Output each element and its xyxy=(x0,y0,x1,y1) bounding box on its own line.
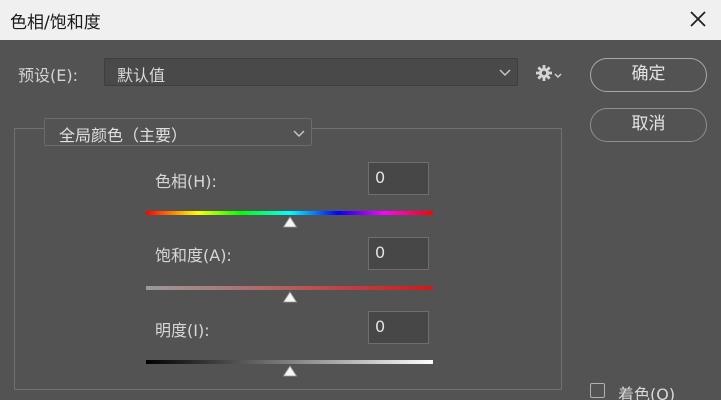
saturation-input[interactable]: 0 xyxy=(368,237,429,270)
hue-value: 0 xyxy=(375,168,386,187)
colorize-label: 着色(O) xyxy=(618,385,676,400)
title-bar: 色相/饱和度 xyxy=(0,0,721,40)
preset-value: 默认值 xyxy=(117,66,166,85)
saturation-slider-track[interactable] xyxy=(146,286,433,290)
hue-slider-thumb[interactable] xyxy=(282,216,298,228)
gear-icon[interactable] xyxy=(535,64,565,82)
lightness-slider-thumb[interactable] xyxy=(282,365,298,377)
lightness-value: 0 xyxy=(375,317,386,336)
saturation-slider-thumb[interactable] xyxy=(282,291,298,303)
saturation-label: 饱和度(A): xyxy=(155,246,232,265)
preset-label: 预设(E): xyxy=(18,66,78,85)
ok-button[interactable]: 确定 xyxy=(590,58,707,92)
hue-slider-track[interactable] xyxy=(146,211,433,215)
preset-dropdown[interactable]: 默认值 xyxy=(104,58,518,86)
lightness-label: 明度(I): xyxy=(155,321,210,340)
hue-label: 色相(H): xyxy=(155,172,217,191)
colorize-checkbox-box[interactable] xyxy=(590,383,605,398)
colorize-checkbox[interactable]: 着色(O) xyxy=(590,381,700,400)
adjustment-panel xyxy=(14,128,562,390)
close-icon[interactable] xyxy=(687,8,709,30)
saturation-value: 0 xyxy=(375,243,386,262)
lightness-slider-track[interactable] xyxy=(146,360,433,364)
hue-input[interactable]: 0 xyxy=(368,162,429,195)
lightness-input[interactable]: 0 xyxy=(368,311,429,344)
chevron-down-icon xyxy=(499,69,511,76)
window-title: 色相/饱和度 xyxy=(10,13,101,33)
chevron-down-icon xyxy=(293,130,305,137)
channel-dropdown[interactable]: 全局颜色（主要） xyxy=(44,118,312,146)
channel-value: 全局颜色（主要） xyxy=(59,126,188,145)
cancel-button[interactable]: 取消 xyxy=(590,108,707,142)
